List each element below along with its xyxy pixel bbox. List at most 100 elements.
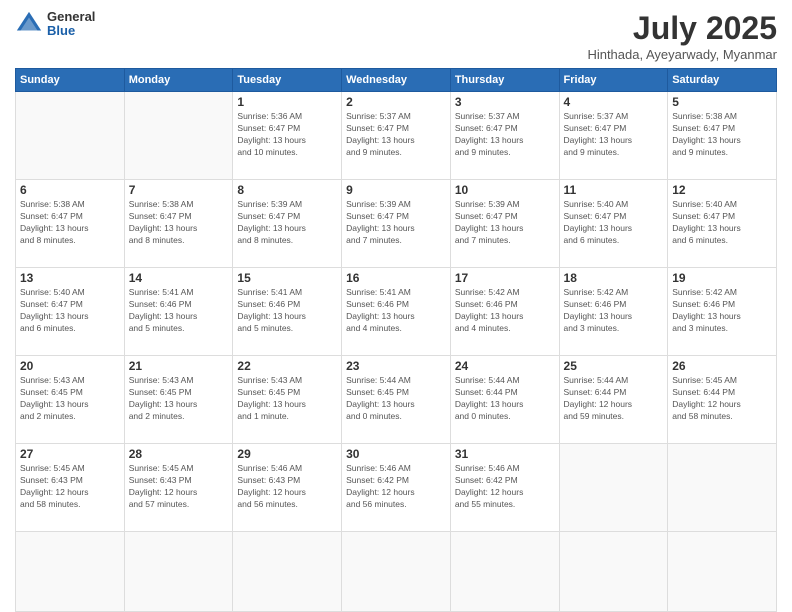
day-number: 11	[564, 183, 664, 197]
day-number: 30	[346, 447, 446, 461]
calendar-cell: 1 Sunrise: 5:36 AM Sunset: 6:47 PM Daylig…	[233, 92, 342, 180]
day-detail: Sunrise: 5:41 AM Sunset: 6:46 PM Dayligh…	[237, 287, 337, 335]
day-detail: Sunrise: 5:37 AM Sunset: 6:47 PM Dayligh…	[346, 111, 446, 159]
day-detail: Sunrise: 5:39 AM Sunset: 6:47 PM Dayligh…	[346, 199, 446, 247]
day-detail: Sunrise: 5:46 AM Sunset: 6:42 PM Dayligh…	[455, 463, 555, 511]
logo: General Blue	[15, 10, 95, 39]
day-number: 7	[129, 183, 229, 197]
calendar-cell: 7 Sunrise: 5:38 AM Sunset: 6:47 PM Daylig…	[124, 180, 233, 268]
logo-icon	[15, 10, 43, 38]
calendar-cell: 5 Sunrise: 5:38 AM Sunset: 6:47 PM Daylig…	[668, 92, 777, 180]
day-number: 6	[20, 183, 120, 197]
month-title: July 2025	[587, 10, 777, 47]
weekday-header: Saturday	[668, 69, 777, 92]
day-number: 18	[564, 271, 664, 285]
calendar-cell: 3 Sunrise: 5:37 AM Sunset: 6:47 PM Daylig…	[450, 92, 559, 180]
day-detail: Sunrise: 5:38 AM Sunset: 6:47 PM Dayligh…	[672, 111, 772, 159]
day-detail: Sunrise: 5:37 AM Sunset: 6:47 PM Dayligh…	[564, 111, 664, 159]
day-number: 15	[237, 271, 337, 285]
calendar-row: 27Sunrise: 5:45 AM Sunset: 6:43 PM Dayli…	[16, 444, 777, 532]
day-detail: Sunrise: 5:41 AM Sunset: 6:46 PM Dayligh…	[346, 287, 446, 335]
header: General Blue July 2025 Hinthada, Ayeyarw…	[15, 10, 777, 62]
calendar-cell: 12Sunrise: 5:40 AM Sunset: 6:47 PM Dayli…	[668, 180, 777, 268]
calendar-cell: 31Sunrise: 5:46 AM Sunset: 6:42 PM Dayli…	[450, 444, 559, 532]
day-detail: Sunrise: 5:43 AM Sunset: 6:45 PM Dayligh…	[20, 375, 120, 423]
calendar-cell: 24 Sunrise: 5:44 AM Sunset: 6:44 PM Dayli…	[450, 356, 559, 444]
calendar-cell	[233, 532, 342, 612]
day-detail: Sunrise: 5:37 AM Sunset: 6:47 PM Dayligh…	[455, 111, 555, 159]
day-detail: Sunrise: 5:46 AM Sunset: 6:43 PM Dayligh…	[237, 463, 337, 511]
calendar-cell: 25Sunrise: 5:44 AM Sunset: 6:44 PM Dayli…	[559, 356, 668, 444]
calendar-cell: 17Sunrise: 5:42 AM Sunset: 6:46 PM Dayli…	[450, 268, 559, 356]
title-section: July 2025 Hinthada, Ayeyarwady, Myanmar	[587, 10, 777, 62]
day-detail: Sunrise: 5:44 AM Sunset: 6:44 PM Dayligh…	[455, 375, 555, 423]
calendar-cell: 22Sunrise: 5:43 AM Sunset: 6:45 PM Dayli…	[233, 356, 342, 444]
day-detail: Sunrise: 5:42 AM Sunset: 6:46 PM Dayligh…	[672, 287, 772, 335]
calendar-cell: 13 Sunrise: 5:40 AM Sunset: 6:47 PM Dayli…	[16, 268, 125, 356]
day-detail: Sunrise: 5:40 AM Sunset: 6:47 PM Dayligh…	[20, 287, 120, 335]
logo-general: General	[47, 10, 95, 24]
day-detail: Sunrise: 5:39 AM Sunset: 6:47 PM Dayligh…	[237, 199, 337, 247]
weekday-header: Thursday	[450, 69, 559, 92]
calendar-row	[16, 532, 777, 612]
calendar-cell: 29 Sunrise: 5:46 AM Sunset: 6:43 PM Dayli…	[233, 444, 342, 532]
day-detail: Sunrise: 5:38 AM Sunset: 6:47 PM Dayligh…	[129, 199, 229, 247]
day-number: 5	[672, 95, 772, 109]
calendar-cell: 9 Sunrise: 5:39 AM Sunset: 6:47 PM Daylig…	[342, 180, 451, 268]
day-detail: Sunrise: 5:36 AM Sunset: 6:47 PM Dayligh…	[237, 111, 337, 159]
day-number: 2	[346, 95, 446, 109]
day-number: 24	[455, 359, 555, 373]
calendar-cell: 11Sunrise: 5:40 AM Sunset: 6:47 PM Dayli…	[559, 180, 668, 268]
weekday-header: Wednesday	[342, 69, 451, 92]
calendar-cell: 10Sunrise: 5:39 AM Sunset: 6:47 PM Dayli…	[450, 180, 559, 268]
calendar-cell	[668, 444, 777, 532]
logo-blue: Blue	[47, 24, 95, 38]
weekday-header: Tuesday	[233, 69, 342, 92]
calendar: SundayMondayTuesdayWednesdayThursdayFrid…	[15, 68, 777, 612]
day-number: 27	[20, 447, 120, 461]
calendar-cell	[668, 532, 777, 612]
day-number: 8	[237, 183, 337, 197]
day-number: 3	[455, 95, 555, 109]
day-detail: Sunrise: 5:44 AM Sunset: 6:45 PM Dayligh…	[346, 375, 446, 423]
calendar-cell: 28Sunrise: 5:45 AM Sunset: 6:43 PM Dayli…	[124, 444, 233, 532]
day-number: 23	[346, 359, 446, 373]
calendar-cell	[124, 92, 233, 180]
weekday-header: Monday	[124, 69, 233, 92]
day-detail: Sunrise: 5:41 AM Sunset: 6:46 PM Dayligh…	[129, 287, 229, 335]
calendar-cell: 26 Sunrise: 5:45 AM Sunset: 6:44 PM Dayli…	[668, 356, 777, 444]
day-detail: Sunrise: 5:42 AM Sunset: 6:46 PM Dayligh…	[564, 287, 664, 335]
calendar-cell: 6 Sunrise: 5:38 AM Sunset: 6:47 PM Daylig…	[16, 180, 125, 268]
weekday-header-row: SundayMondayTuesdayWednesdayThursdayFrid…	[16, 69, 777, 92]
day-number: 9	[346, 183, 446, 197]
weekday-header: Sunday	[16, 69, 125, 92]
day-number: 21	[129, 359, 229, 373]
calendar-cell: 14 Sunrise: 5:41 AM Sunset: 6:46 PM Dayli…	[124, 268, 233, 356]
day-number: 13	[20, 271, 120, 285]
day-detail: Sunrise: 5:46 AM Sunset: 6:42 PM Dayligh…	[346, 463, 446, 511]
day-number: 20	[20, 359, 120, 373]
day-number: 29	[237, 447, 337, 461]
day-detail: Sunrise: 5:42 AM Sunset: 6:46 PM Dayligh…	[455, 287, 555, 335]
day-number: 4	[564, 95, 664, 109]
calendar-cell: 18 Sunrise: 5:42 AM Sunset: 6:46 PM Dayli…	[559, 268, 668, 356]
calendar-row: 6 Sunrise: 5:38 AM Sunset: 6:47 PM Daylig…	[16, 180, 777, 268]
day-detail: Sunrise: 5:45 AM Sunset: 6:44 PM Dayligh…	[672, 375, 772, 423]
day-number: 10	[455, 183, 555, 197]
calendar-row: 1 Sunrise: 5:36 AM Sunset: 6:47 PM Daylig…	[16, 92, 777, 180]
day-number: 12	[672, 183, 772, 197]
day-number: 14	[129, 271, 229, 285]
calendar-cell	[124, 532, 233, 612]
day-number: 26	[672, 359, 772, 373]
calendar-cell: 27Sunrise: 5:45 AM Sunset: 6:43 PM Dayli…	[16, 444, 125, 532]
calendar-cell: 16Sunrise: 5:41 AM Sunset: 6:46 PM Dayli…	[342, 268, 451, 356]
weekday-header: Friday	[559, 69, 668, 92]
day-detail: Sunrise: 5:43 AM Sunset: 6:45 PM Dayligh…	[129, 375, 229, 423]
logo-text: General Blue	[47, 10, 95, 39]
day-number: 1	[237, 95, 337, 109]
calendar-cell	[16, 92, 125, 180]
calendar-cell: 2 Sunrise: 5:37 AM Sunset: 6:47 PM Daylig…	[342, 92, 451, 180]
day-detail: Sunrise: 5:38 AM Sunset: 6:47 PM Dayligh…	[20, 199, 120, 247]
day-number: 28	[129, 447, 229, 461]
calendar-cell	[342, 532, 451, 612]
